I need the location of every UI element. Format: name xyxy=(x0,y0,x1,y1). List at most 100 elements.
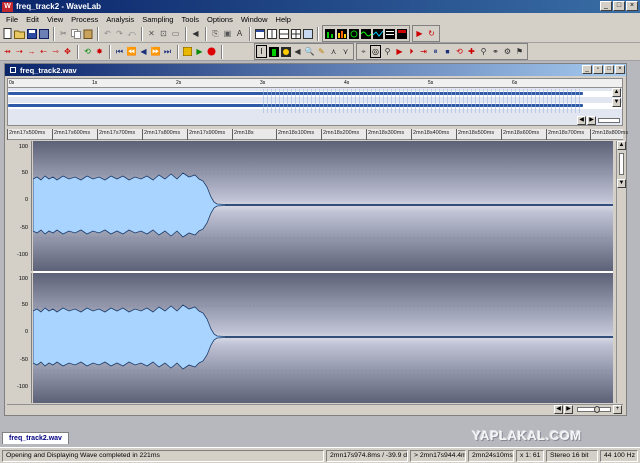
punch-icon[interactable]: ✸ xyxy=(94,45,105,58)
speaker-tool-icon[interactable]: ◀ xyxy=(292,45,303,58)
play-from-cursor-icon[interactable]: ▶ xyxy=(394,45,405,58)
copy-to-clipboard-icon[interactable]: ⎘ xyxy=(210,27,221,40)
spectroscope-icon[interactable] xyxy=(336,27,347,40)
tile-window-icon[interactable] xyxy=(278,27,289,40)
menu-sampling[interactable]: Sampling xyxy=(139,15,178,24)
zoom-button-icon[interactable]: + xyxy=(613,405,622,414)
record-icon[interactable] xyxy=(206,45,217,58)
selection-tool-icon[interactable]: I xyxy=(256,45,267,58)
scroll-left-icon[interactable]: ◀ xyxy=(554,405,563,414)
open-folder-icon[interactable] xyxy=(14,27,25,40)
back-arrow-icon[interactable]: ⇠ xyxy=(38,45,49,58)
cascade-window-icon[interactable] xyxy=(290,27,301,40)
rewind-icon[interactable]: ⏪ xyxy=(126,45,137,58)
settings-icon[interactable]: ⚙ xyxy=(502,45,513,58)
vertical-zoom-slider[interactable] xyxy=(619,153,624,175)
split-window-icon[interactable] xyxy=(266,27,277,40)
oscilloscope-icon[interactable] xyxy=(360,27,371,40)
paste-icon[interactable] xyxy=(82,27,93,40)
doc-close-button[interactable]: × xyxy=(615,65,625,74)
horizontal-zoom-slider[interactable] xyxy=(577,406,611,413)
document-tab[interactable]: freq_track2.wav xyxy=(2,432,69,444)
overview-window-icon[interactable] xyxy=(254,27,265,40)
menu-process[interactable]: Process xyxy=(68,15,103,24)
arrow-right-icon[interactable]: ⇥ xyxy=(418,45,429,58)
arrow-tool-icon[interactable]: ⇸ xyxy=(2,45,13,58)
play-loop-icon[interactable]: ↻ xyxy=(426,27,437,40)
menu-file[interactable]: File xyxy=(3,15,23,24)
skip-icon[interactable]: ⏵ xyxy=(406,45,417,58)
save-all-icon[interactable] xyxy=(38,27,49,40)
marker-icon[interactable]: ⌖ xyxy=(358,45,369,58)
fade-tool-icon[interactable]: ⋎ xyxy=(340,45,351,58)
next-arrow-icon[interactable]: ⇢ xyxy=(14,45,25,58)
vertical-scrollbar[interactable]: ▲ ▼ xyxy=(616,141,626,403)
overview-panel[interactable]: 0s 1s 2s 3s 4s 5s 6s ▲ ▼ ◀ ▶ xyxy=(7,78,623,126)
horizontal-scrollbar[interactable]: ◀ ▶ + xyxy=(7,404,623,414)
overview-scroll-down-icon[interactable]: ▼ xyxy=(612,98,621,107)
overview-scroll-up-icon[interactable]: ▲ xyxy=(612,88,621,97)
new-file-icon[interactable] xyxy=(2,27,13,40)
speaker-icon[interactable]: ◀ xyxy=(190,27,201,40)
overview-scroll-left-icon[interactable]: ◀ xyxy=(577,116,586,125)
scroll-down-icon[interactable]: ▼ xyxy=(617,179,626,188)
time-ruler[interactable]: 2mn17s500ms 2mn17s600ms 2mn17s700ms 2mn1… xyxy=(7,129,628,140)
level-tool-icon[interactable] xyxy=(268,45,279,58)
pencil-tool-icon[interactable]: ✎ xyxy=(316,45,327,58)
crop-icon[interactable]: ⊡ xyxy=(158,27,169,40)
doc-minimize-button[interactable]: _ xyxy=(582,65,592,74)
silence-icon[interactable]: ▭ xyxy=(170,27,181,40)
delete-icon[interactable]: ✕ xyxy=(146,27,157,40)
menu-options[interactable]: Options xyxy=(204,15,238,24)
zoom-slider-thumb[interactable] xyxy=(594,406,600,413)
save-icon[interactable] xyxy=(26,27,37,40)
stop-icon[interactable] xyxy=(182,45,193,58)
close-button[interactable]: × xyxy=(626,1,638,11)
pause-icon[interactable]: ⏸ xyxy=(430,45,441,58)
minimize-button[interactable]: _ xyxy=(600,1,612,11)
right-arrow-icon[interactable]: → xyxy=(26,45,37,58)
menu-window[interactable]: Window xyxy=(238,15,273,24)
focus-icon[interactable]: ◎ xyxy=(370,45,381,58)
fast-forward-icon[interactable]: ⏩ xyxy=(150,45,161,58)
marker-tool-icon[interactable] xyxy=(280,45,291,58)
previous-marker-icon[interactable]: ◀ xyxy=(138,45,149,58)
loop-region-icon[interactable]: ⟲ xyxy=(454,45,465,58)
bit-meter-icon[interactable] xyxy=(384,27,395,40)
go-to-start-icon[interactable]: ⏮ xyxy=(114,45,125,58)
overview-zoom-slider[interactable] xyxy=(598,118,620,123)
overview-ruler[interactable]: 0s 1s 2s 3s 4s 5s 6s xyxy=(8,79,622,88)
marker-add-icon[interactable]: ✚ xyxy=(466,45,477,58)
search-icon[interactable]: ⚲ xyxy=(382,45,393,58)
vu-meter-icon[interactable] xyxy=(396,27,407,40)
text-icon[interactable]: A xyxy=(234,27,245,40)
loop-icon[interactable]: ⟲ xyxy=(82,45,93,58)
envelope-tool-icon[interactable]: ⋏ xyxy=(328,45,339,58)
go-to-end-icon[interactable]: ⏭ xyxy=(162,45,173,58)
repeat-icon[interactable]: ⤺ xyxy=(126,27,137,40)
forward-arrow-icon[interactable]: ⇾ xyxy=(50,45,61,58)
menu-tools[interactable]: Tools xyxy=(178,15,204,24)
undo-icon[interactable]: ↶ xyxy=(102,27,113,40)
doc-maximize-button[interactable]: □ xyxy=(604,65,614,74)
find-icon[interactable]: ⚲ xyxy=(478,45,489,58)
move-icon[interactable]: ✥ xyxy=(62,45,73,58)
play-icon[interactable]: ▶ xyxy=(194,45,205,58)
play-cursor-icon[interactable]: ▶ xyxy=(414,27,425,40)
clipboard-icon[interactable]: ▣ xyxy=(222,27,233,40)
menu-analysis[interactable]: Analysis xyxy=(103,15,139,24)
marker-settings-icon[interactable]: ⚑ xyxy=(514,45,525,58)
wavescope-icon[interactable] xyxy=(372,27,383,40)
doc-restore-button[interactable]: ▫ xyxy=(593,65,603,74)
level-meter-icon[interactable] xyxy=(324,27,335,40)
window-layout-icon[interactable] xyxy=(302,27,313,40)
maximize-button[interactable]: □ xyxy=(613,1,625,11)
document-title-bar[interactable]: freq_track2.wav _ ▫ □ × xyxy=(5,64,626,76)
link-icon[interactable]: ⚭ xyxy=(490,45,501,58)
menu-help[interactable]: Help xyxy=(273,15,296,24)
copy-icon[interactable] xyxy=(70,27,81,40)
scroll-up-icon[interactable]: ▲ xyxy=(617,141,626,150)
waveform-view[interactable]: 100 50 0 -50 -100 100 50 0 -50 -100 xyxy=(7,141,613,403)
redo-icon[interactable]: ↷ xyxy=(114,27,125,40)
phase-scope-icon[interactable] xyxy=(348,27,359,40)
